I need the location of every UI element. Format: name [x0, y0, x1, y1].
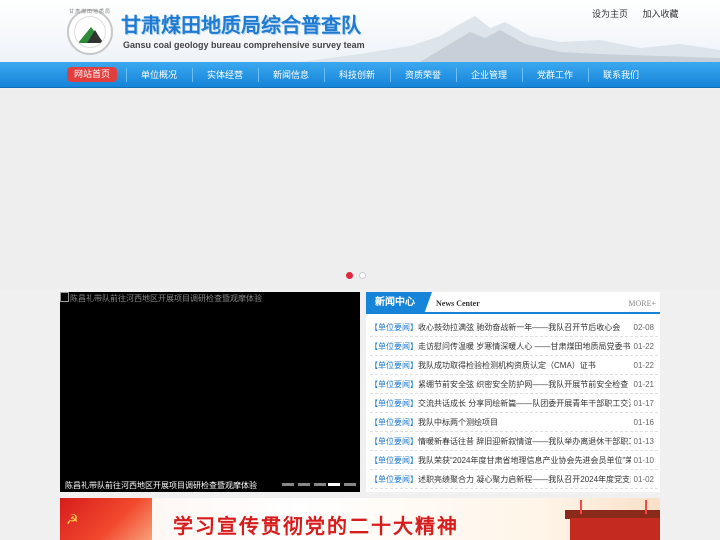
news-subtitle: News Center	[436, 299, 480, 308]
news-item[interactable]: 【单位要闻】述职亮绩聚合力 凝心聚力启新程——我队召开2024年度党支部书记 0…	[370, 470, 658, 489]
news-date: 01-17	[630, 394, 654, 412]
news-date: 02-08	[630, 318, 654, 336]
news-item[interactable]: 【单位要闻】紧绷节前安全弦 织密安全防护网——我队开展节前安全检查 01-21	[370, 375, 658, 394]
news-item[interactable]: 【单位要闻】我队成功取得检验检测机构资质认定（CMA）证书 01-22	[370, 356, 658, 375]
banner-dot-1[interactable]	[346, 272, 353, 279]
news-item[interactable]: 【单位要闻】我队荣获“2024年度甘肃省地理信息产业协会先进会员单位”荣誉称 0…	[370, 451, 658, 470]
news-date: 01-21	[630, 375, 654, 393]
news-item[interactable]: 【单位要闻】收心鼓劲拉满弦 驰劲奋战新一年——我队召开节后收心会 02-08	[370, 318, 658, 337]
logo-ring-text: 甘肃煤田地质局	[68, 9, 111, 15]
site-header: 甘肃煤田地质局 甘肃煤田地质局综合普查队 Gansu coal geology …	[0, 0, 720, 62]
photo-slideshow[interactable]: 陈昌礼带队前往河西地区开展项目调研检查暨观摩体验 陈昌礼带队前往河西地区开展项目…	[60, 292, 360, 492]
news-header: 新闻中心 News Center MORE+	[366, 292, 660, 314]
tiananmen-gate-graphic	[570, 518, 660, 540]
flag-pole-graphic	[645, 500, 647, 514]
party-emblem-icon: ☭	[66, 512, 79, 528]
logo-emblem	[74, 16, 106, 48]
nav-item-contact[interactable]: 联系我们	[588, 62, 654, 88]
logo-dark-mountain-icon	[87, 30, 103, 43]
nav-item-about[interactable]: 单位概况	[126, 62, 192, 88]
tab-news-center[interactable]: 新闻中心	[366, 292, 432, 314]
nav-item-innovation[interactable]: 科技创新	[324, 62, 390, 88]
news-date: 01-16	[630, 413, 654, 431]
flag-pole-graphic	[580, 500, 582, 514]
party-banner[interactable]: ☭ 学习宣传贯彻党的二十大精神	[60, 498, 660, 540]
news-date: 01-10	[630, 451, 654, 469]
slide-pager-4[interactable]	[328, 483, 340, 486]
news-item[interactable]: 【单位要闻】交流共话成长 分享同绘新篇——队团委开展青年干部职工交流会 01-1…	[370, 394, 658, 413]
news-more-link[interactable]: MORE+	[628, 299, 656, 308]
nav-item-home[interactable]: 网站首页	[59, 62, 125, 88]
news-date: 01-22	[630, 337, 654, 355]
slide-caption[interactable]: 陈昌礼带队前往河西地区开展项目调研检查暨观摩体验	[65, 480, 257, 491]
news-date: 01-02	[630, 470, 654, 488]
mountain-backdrop	[300, 16, 720, 62]
banner-dot-2[interactable]	[359, 272, 366, 279]
site-logo[interactable]: 甘肃煤田地质局	[67, 9, 113, 55]
set-homepage-link[interactable]: 设为主页	[592, 9, 628, 19]
top-links: 设为主页 加入收藏	[592, 7, 691, 20]
nav-item-business[interactable]: 实体经营	[192, 62, 258, 88]
slide-image: 陈昌礼带队前往河西地区开展项目调研检查暨观摩体验	[60, 292, 262, 304]
red-flag-graphic: ☭	[60, 498, 152, 540]
hero-banner	[0, 89, 720, 289]
slide-pager-1[interactable]	[282, 483, 294, 486]
nav-item-news[interactable]: 新闻信息	[258, 62, 324, 88]
nav-item-party[interactable]: 党群工作	[522, 62, 588, 88]
site-subtitle: Gansu coal geology bureau comprehensive …	[123, 40, 365, 50]
news-panel: 新闻中心 News Center MORE+ 【单位要闻】收心鼓劲拉满弦 驰劲奋…	[366, 292, 660, 492]
banner-slogan: 学习宣传贯彻党的二十大精神	[173, 514, 459, 538]
news-item[interactable]: 【单位要闻】情暖新春话往昔 辞旧迎新叙情谊——我队举办离退休干部职工迎新 01-…	[370, 432, 658, 451]
main-nav: 网站首页 单位概况 实体经营 新闻信息 科技创新 资质荣誉 企业管理 党群工作 …	[0, 62, 720, 88]
add-favorite-link[interactable]: 加入收藏	[643, 9, 679, 19]
slide-pager-3[interactable]	[314, 483, 326, 486]
nav-item-management[interactable]: 企业管理	[456, 62, 522, 88]
news-date: 01-13	[630, 432, 654, 450]
news-item[interactable]: 【单位要闻】走访慰问传温暖 岁寒情深暖人心 ——甘肃煤田地质局党委书记、局 01…	[370, 337, 658, 356]
slide-pager-5[interactable]	[344, 483, 356, 486]
nav-item-honors[interactable]: 资质荣誉	[390, 62, 456, 88]
news-date: 01-22	[630, 356, 654, 374]
site-title: 甘肃煤田地质局综合普查队	[121, 13, 361, 37]
slide-pager-2[interactable]	[298, 483, 310, 486]
news-item[interactable]: 【单位要闻】我队中标两个测绘项目 01-16	[370, 413, 658, 432]
